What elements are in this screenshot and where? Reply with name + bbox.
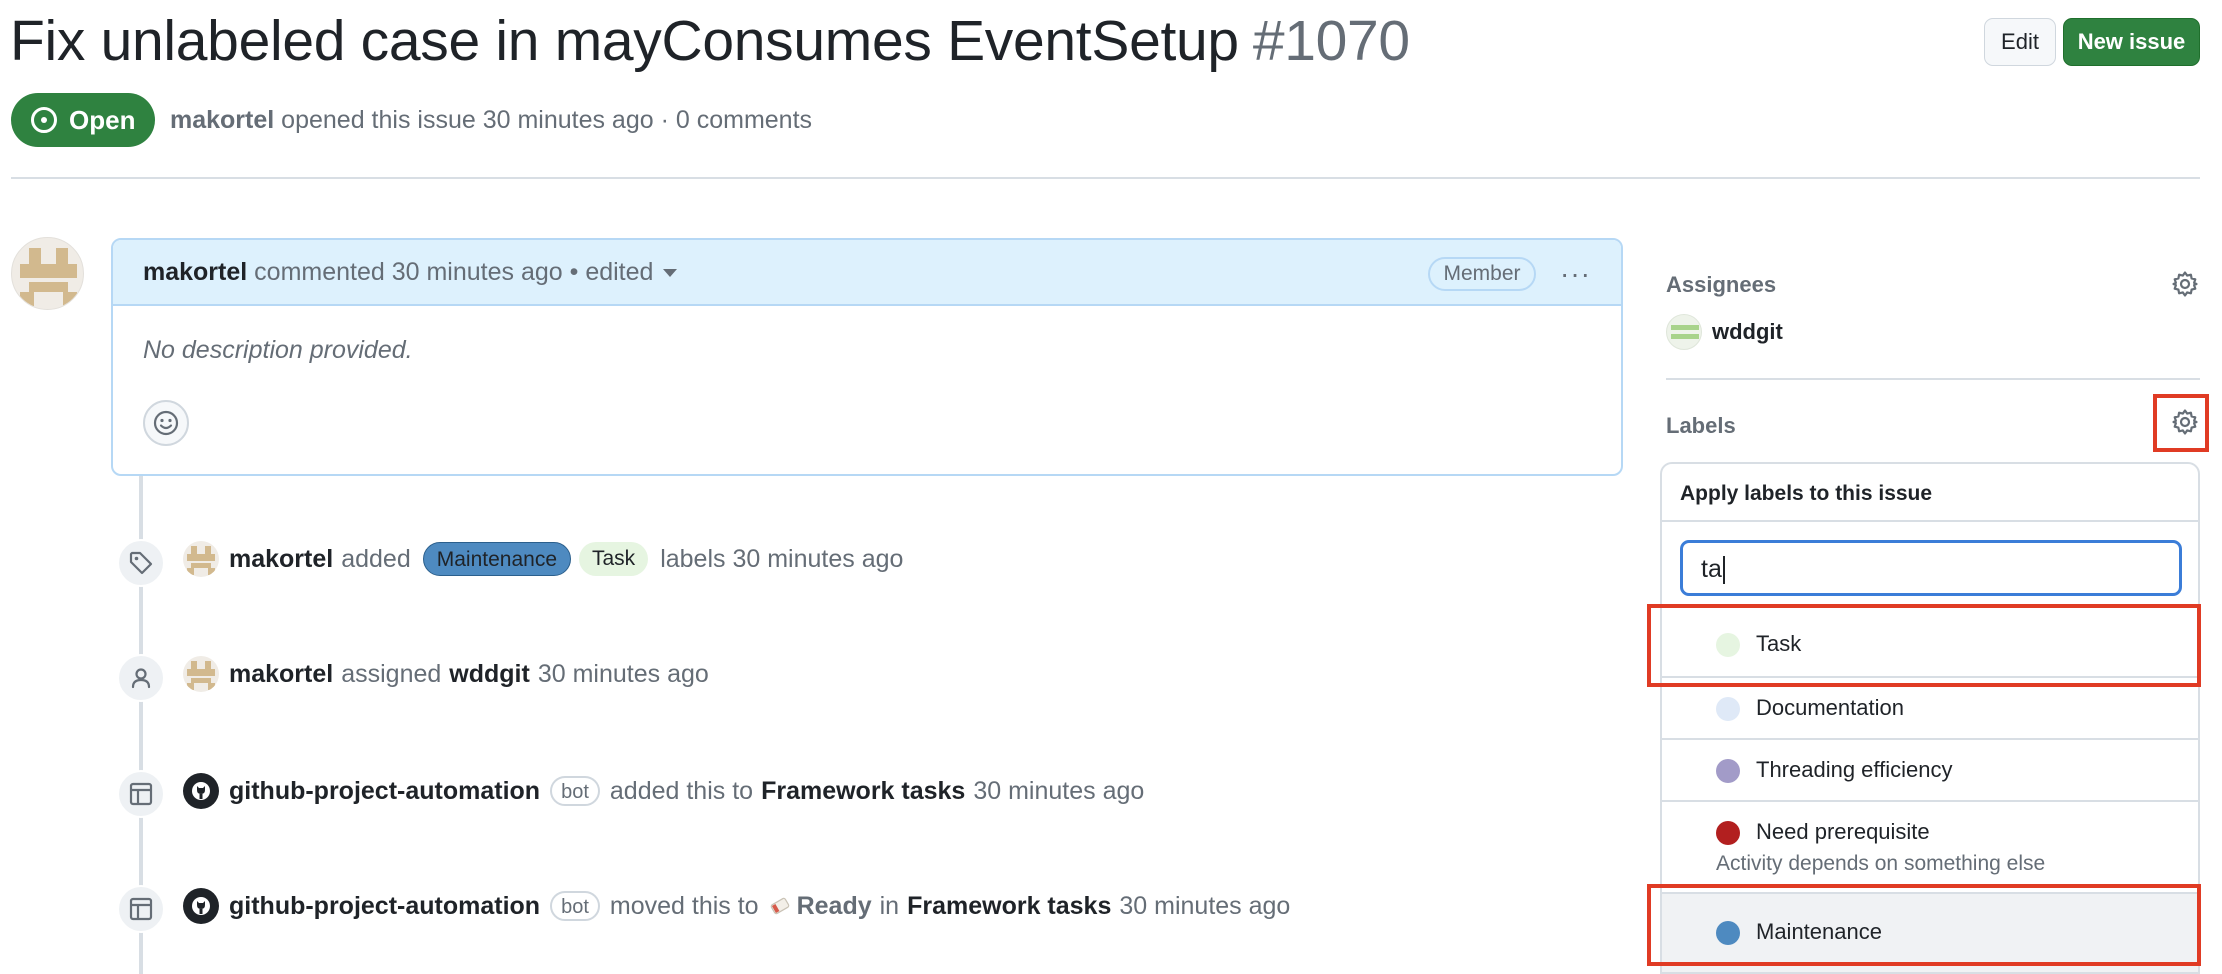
project-status: Ready (796, 891, 872, 920)
label-filter-value: ta (1701, 555, 1722, 583)
smiley-icon (153, 410, 179, 436)
event-verb: added (341, 544, 411, 573)
event-actor-link[interactable]: makortel (229, 545, 333, 574)
avatar[interactable] (183, 656, 219, 692)
issue-opened-icon (31, 107, 57, 133)
label-color-dot (1716, 759, 1740, 783)
label-color-dot (1716, 697, 1740, 721)
bot-badge: bot (550, 891, 600, 921)
assignee-item[interactable]: wddgit (1666, 314, 1783, 350)
highlight-box (1647, 884, 2201, 966)
github-logo-icon[interactable] (183, 888, 219, 924)
sidebar-divider (1666, 378, 2200, 380)
event-verb: assigned (341, 659, 442, 688)
event-time[interactable]: 30 minutes ago (1119, 892, 1290, 921)
issue-number: #1070 (1252, 9, 1410, 73)
project-icon (129, 897, 153, 921)
issue-author-link[interactable]: makortel (170, 106, 274, 134)
issue-meta-text: opened this issue 30 minutes ago · 0 com… (281, 106, 813, 134)
timeline-event-labeled: makortel added Maintenance Task labels 3… (183, 541, 911, 577)
event-time[interactable]: labels 30 minutes ago (660, 545, 903, 574)
issue-title-text: Fix unlabeled case in mayConsumes EventS… (10, 9, 1239, 73)
event-target-link[interactable]: wddgit (449, 660, 530, 689)
ticket-emoji-icon (770, 897, 789, 915)
comment-meta[interactable]: commented 30 minutes ago • edited (254, 258, 653, 286)
menu-heading: Apply labels to this issue (1662, 464, 2198, 522)
text-cursor (1722, 556, 1725, 585)
avatar (1666, 314, 1702, 350)
event-actor-link[interactable]: makortel (229, 660, 333, 689)
label-maintenance[interactable]: Maintenance (422, 542, 571, 576)
timeline-badge (117, 885, 165, 933)
comment-author-link[interactable]: makortel (143, 258, 247, 286)
project-link[interactable]: Framework tasks (761, 777, 965, 806)
timeline-event-project-moved: github-project-automation bot moved this… (183, 888, 1298, 924)
gear-icon (2172, 271, 2198, 297)
label-option-description: Activity depends on something else (1716, 852, 2046, 875)
label-option-name: Documentation (1756, 695, 1904, 720)
event-actor-link[interactable]: github-project-automation (229, 777, 540, 806)
label-filter-input[interactable]: ta (1680, 540, 2182, 596)
event-time[interactable]: 30 minutes ago (973, 777, 1144, 806)
event-verb: moved this to (609, 891, 759, 920)
timeline-badge (117, 539, 165, 587)
label-color-dot (1716, 821, 1740, 845)
assignees-heading: Assignees (1666, 272, 1777, 297)
event-actor-link[interactable]: github-project-automation (229, 892, 540, 921)
role-badge: Member (1428, 257, 1536, 291)
chevron-down-icon[interactable] (663, 269, 678, 278)
avatar[interactable] (183, 541, 219, 577)
status-badge: Open (11, 93, 155, 147)
new-issue-button[interactable]: New issue (2063, 18, 2200, 66)
project-icon (129, 782, 153, 806)
avatar[interactable] (11, 237, 84, 310)
add-reaction-button[interactable] (143, 400, 189, 446)
issue-title: Fix unlabeled case in mayConsumes EventS… (10, 8, 1410, 74)
timeline-event-assigned: makortel assigned wddgit 30 minutes ago (183, 656, 717, 692)
label-option-threading-efficiency[interactable]: Threading efficiency (1662, 738, 2198, 800)
github-logo-icon[interactable] (183, 773, 219, 809)
assignee-name: wddgit (1712, 319, 1783, 344)
person-icon (131, 668, 151, 689)
comment-options-button[interactable]: ··· (1560, 258, 1591, 290)
tag-icon (129, 551, 153, 575)
timeline-badge (117, 654, 165, 702)
event-time[interactable]: 30 minutes ago (538, 660, 709, 689)
label-option-name: Need prerequisite (1756, 819, 1930, 844)
event-connector: in (879, 891, 900, 920)
label-option-name: Threading efficiency (1756, 757, 1953, 782)
comment-header: makortel commented 30 minutes ago • edit… (113, 240, 1621, 306)
project-link[interactable]: Framework tasks (907, 892, 1111, 921)
header-divider (11, 177, 2200, 179)
timeline-badge (117, 770, 165, 818)
assignees-settings-button[interactable] (2168, 267, 2202, 301)
highlight-box (2153, 394, 2209, 452)
comment-body: No description provided. (143, 336, 413, 364)
edit-button[interactable]: Edit (1984, 18, 2056, 66)
timeline-event-project-added: github-project-automation bot added this… (183, 773, 1144, 809)
label-option-need-prerequisite[interactable]: Need prerequisite Activity depends on so… (1662, 800, 2198, 892)
labels-heading: Labels (1666, 413, 1736, 438)
label-task[interactable]: Task (579, 542, 649, 576)
issue-meta: makortel opened this issue 30 minutes ag… (170, 106, 812, 135)
event-verb: added this to (609, 776, 754, 805)
comment-box: makortel commented 30 minutes ago • edit… (111, 238, 1623, 476)
status-label: Open (69, 104, 136, 135)
highlight-box (1647, 604, 2201, 687)
bot-badge: bot (550, 776, 600, 806)
